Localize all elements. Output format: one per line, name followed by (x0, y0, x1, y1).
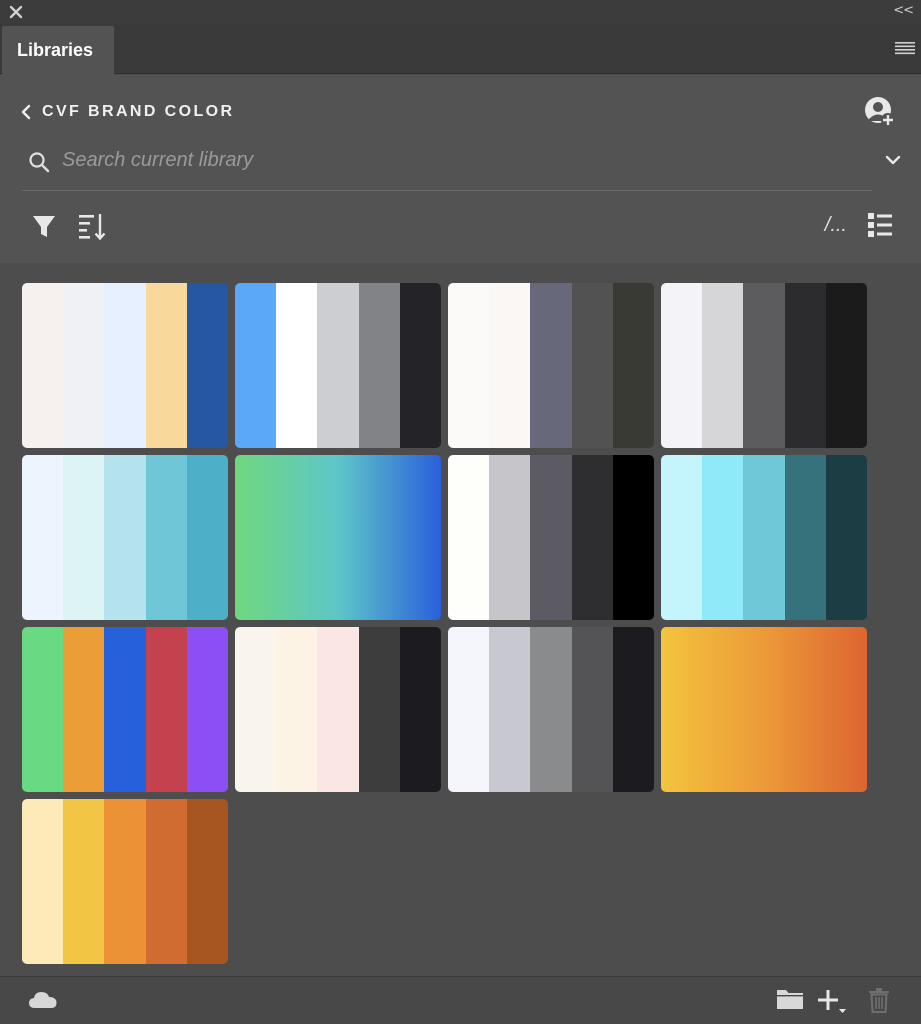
color-swatch (530, 283, 572, 448)
color-swatch (661, 455, 703, 620)
color-theme-card[interactable] (22, 455, 228, 620)
search-input[interactable]: Search current library (62, 149, 253, 172)
invite-user-icon[interactable] (863, 95, 897, 129)
color-swatch (22, 455, 64, 620)
color-theme-card[interactable] (661, 283, 867, 448)
color-swatch (448, 627, 490, 792)
color-swatch (489, 455, 531, 620)
color-swatch (825, 455, 867, 620)
color-swatch (63, 627, 105, 792)
back-to-libraries-button[interactable]: CVF BRAND COLOR (20, 101, 234, 123)
color-swatch (661, 283, 703, 448)
color-theme-card[interactable] (448, 627, 654, 792)
color-swatch (612, 455, 654, 620)
color-theme-card[interactable] (235, 283, 441, 448)
color-swatch (276, 283, 318, 448)
sort-icon[interactable] (78, 210, 106, 242)
filter-icon[interactable] (30, 210, 58, 242)
color-swatch (530, 627, 572, 792)
color-theme-card[interactable] (235, 627, 441, 792)
library-name: CVF BRAND COLOR (42, 103, 235, 120)
color-swatch (612, 283, 654, 448)
color-swatch (489, 283, 531, 448)
color-swatch (276, 627, 318, 792)
color-swatch (186, 283, 228, 448)
search-icon (29, 152, 50, 173)
color-swatch (235, 627, 277, 792)
color-theme-card[interactable] (448, 455, 654, 620)
color-swatch (145, 455, 187, 620)
tab-bar: Libraries (0, 24, 921, 75)
color-swatch (145, 283, 187, 448)
color-swatch (63, 455, 105, 620)
search-bar: Search current library (22, 143, 902, 179)
view-path-button[interactable]: /... (825, 214, 847, 237)
color-swatch (63, 799, 105, 964)
divider (22, 190, 872, 191)
color-themes-area (0, 263, 921, 976)
toolbar-left (30, 210, 106, 242)
color-swatch (22, 799, 64, 964)
color-swatch (145, 627, 187, 792)
color-swatch (571, 283, 613, 448)
color-swatch (825, 283, 867, 448)
color-swatch (104, 455, 146, 620)
color-swatch (186, 799, 228, 964)
color-theme-card[interactable] (22, 799, 228, 964)
color-theme-card[interactable] (22, 283, 228, 448)
color-swatch (571, 455, 613, 620)
panel-title-bar: << (0, 0, 921, 24)
color-theme-card[interactable] (661, 455, 867, 620)
color-swatch (743, 455, 785, 620)
color-swatch (317, 283, 359, 448)
color-swatch (702, 283, 744, 448)
panel-menu-icon[interactable] (895, 41, 915, 55)
color-swatch (743, 283, 785, 448)
toolbar-right: /... (825, 212, 893, 238)
trash-icon (869, 988, 889, 1013)
folder-icon[interactable] (776, 987, 804, 1011)
color-swatch (571, 627, 613, 792)
color-swatch (702, 455, 744, 620)
color-themes-grid (22, 283, 867, 964)
color-swatch (317, 627, 359, 792)
color-swatch (358, 627, 400, 792)
color-swatch (448, 283, 490, 448)
color-swatch (399, 627, 441, 792)
chevron-down-icon[interactable] (884, 151, 902, 169)
color-swatch (22, 283, 64, 448)
color-swatch (612, 627, 654, 792)
color-theme-card[interactable] (448, 283, 654, 448)
color-swatch (186, 627, 228, 792)
color-theme-card[interactable] (22, 627, 228, 792)
color-swatch (104, 799, 146, 964)
tab-label: Libraries (17, 40, 94, 60)
color-swatch (358, 283, 400, 448)
color-swatch (145, 799, 187, 964)
color-swatch (235, 283, 277, 448)
list-view-icon[interactable] (867, 212, 893, 238)
color-swatch (399, 283, 441, 448)
color-swatch (104, 283, 146, 448)
color-swatch (530, 455, 572, 620)
color-theme-card[interactable] (661, 627, 867, 792)
plus-icon[interactable] (815, 987, 847, 1015)
color-swatch (489, 627, 531, 792)
close-icon[interactable] (8, 4, 24, 20)
color-swatch (22, 627, 64, 792)
tab-libraries[interactable]: Libraries (2, 26, 114, 75)
color-swatch (448, 455, 490, 620)
bottom-toolbar (0, 976, 921, 1024)
color-swatch (784, 283, 826, 448)
color-swatch (784, 455, 826, 620)
cloud-icon[interactable] (28, 989, 58, 1011)
collapse-panel-button[interactable]: << (893, 3, 914, 18)
color-theme-card[interactable] (235, 455, 441, 620)
color-swatch (104, 627, 146, 792)
color-swatch (63, 283, 105, 448)
color-swatch (186, 455, 228, 620)
chevron-left-icon (21, 104, 31, 120)
library-header: CVF BRAND COLOR Search current library /… (0, 75, 921, 263)
